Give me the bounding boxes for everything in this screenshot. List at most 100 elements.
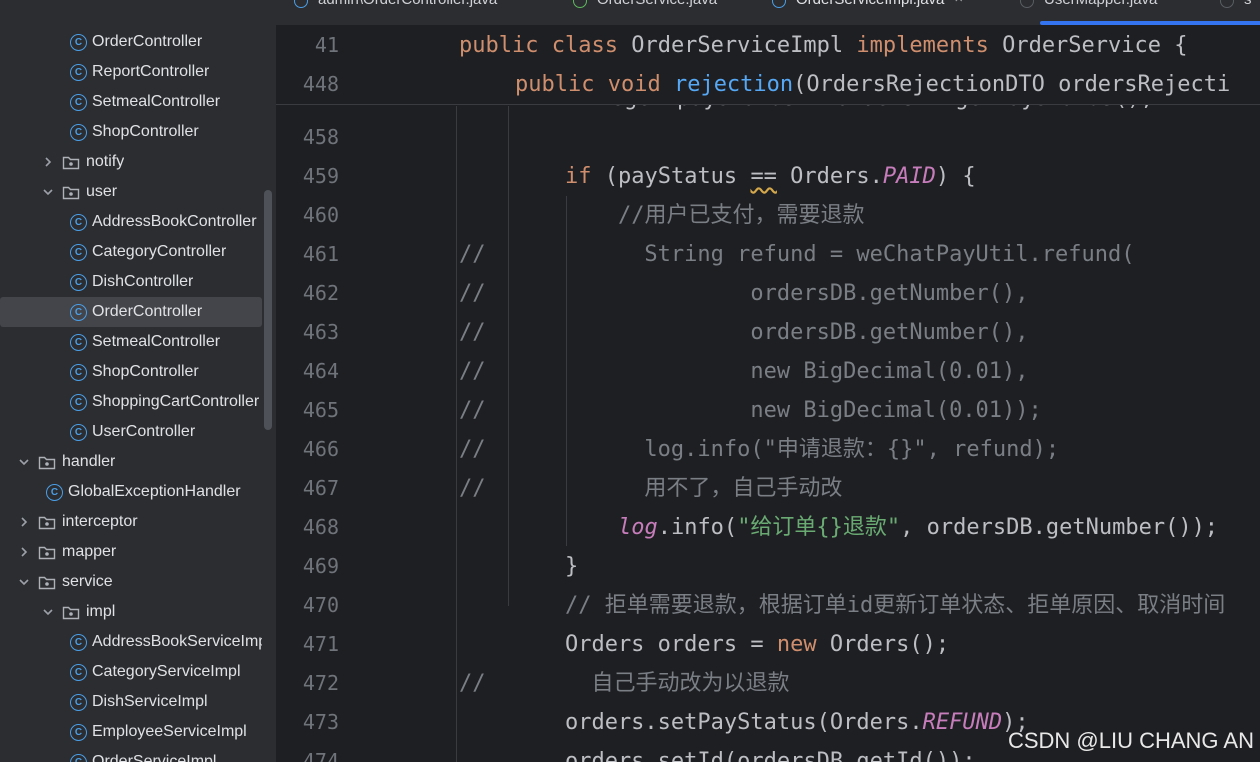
- line-number: 464: [302, 359, 339, 383]
- active-tab-indicator: [1040, 21, 1260, 25]
- line-number: 473: [302, 710, 339, 734]
- chevron-down-icon[interactable]: [40, 184, 56, 200]
- chevron-down-icon[interactable]: [40, 604, 56, 620]
- line-number: 465: [302, 398, 339, 422]
- tree-class-item[interactable]: C ShopController: [0, 357, 262, 387]
- tree-class-item[interactable]: C AddressBookServiceImpl: [0, 627, 262, 657]
- java-class-icon: C: [70, 213, 87, 231]
- code-line[interactable]: Orders orders = new Orders();: [459, 625, 949, 664]
- code-line[interactable]: log.info("申请退款：{}", refund);: [459, 430, 1059, 469]
- java-class-icon: C: [70, 723, 87, 741]
- tree-item-label: service: [62, 573, 113, 590]
- line-number: 470: [302, 593, 339, 617]
- editor-tab[interactable]: OrderService.java: [573, 0, 717, 25]
- java-class-icon: C: [70, 423, 87, 441]
- code-line[interactable]: }: [459, 547, 578, 586]
- tree-item-label: AddressBookController: [92, 213, 257, 230]
- chevron-right-icon[interactable]: [40, 154, 56, 170]
- tree-class-item[interactable]: C AddressBookController: [0, 207, 262, 237]
- tab-label: s: [1244, 0, 1252, 8]
- tree-item-label: CategoryController: [92, 243, 227, 260]
- code-line[interactable]: 用不了，自己手动改: [459, 469, 842, 508]
- tree-class-item[interactable]: C GlobalExceptionHandler: [0, 477, 262, 507]
- tree-item-label: ReportController: [92, 63, 210, 80]
- package-folder-icon: [38, 455, 56, 470]
- tree-folder[interactable]: user: [0, 177, 262, 207]
- tree-class-item[interactable]: C CategoryServiceImpl: [0, 657, 262, 687]
- tree-class-item[interactable]: C EmployeeServiceImpl: [0, 717, 262, 747]
- line-number: 466: [302, 437, 339, 461]
- code-line[interactable]: orders.setId(ordersDB.getId());: [459, 742, 976, 762]
- tree-folder[interactable]: service: [0, 567, 262, 597]
- tree-class-item[interactable]: C ShoppingCartController: [0, 387, 262, 417]
- tree-class-item[interactable]: C SetmealController: [0, 87, 262, 117]
- tree-class-item[interactable]: C DishController: [0, 267, 262, 297]
- tree-item-label: UserController: [92, 423, 196, 440]
- close-icon[interactable]: ×: [954, 0, 963, 7]
- tab-label: OrderServiceImpl.java: [796, 0, 944, 8]
- java-class-icon: C: [70, 93, 87, 111]
- code-line[interactable]: 自己手动改为以退款: [459, 664, 789, 703]
- tree-class-item[interactable]: C ShopController: [0, 117, 262, 147]
- tree-item-label: ShopController: [92, 363, 199, 380]
- tree-item-label: CategoryServiceImpl: [92, 663, 241, 680]
- tree-scrollbar[interactable]: [264, 190, 272, 430]
- tree-class-item[interactable]: C ReportController: [0, 57, 262, 87]
- tree-class-item[interactable]: C UserController: [0, 417, 262, 447]
- code-editor[interactable]: Integer payStatus = ordersDB.getPayStatu…: [276, 26, 1260, 762]
- line-number: 468: [302, 515, 339, 539]
- tab-label: admin\OrderController.java: [318, 0, 497, 8]
- code-line[interactable]: if (payStatus == Orders.PAID) {: [459, 157, 976, 196]
- editor-tab[interactable]: admin\OrderController.java: [294, 0, 497, 25]
- java-class-icon: C: [70, 633, 87, 651]
- code-line[interactable]: ordersDB.getNumber(),: [459, 274, 1028, 313]
- tree-item-label: GlobalExceptionHandler: [68, 483, 241, 500]
- chevron-right-icon[interactable]: [16, 514, 32, 530]
- tree-item-label: AddressBookServiceImpl: [92, 633, 262, 650]
- chevron-right-icon[interactable]: [16, 544, 32, 560]
- line-number: 471: [302, 632, 339, 656]
- file-type-icon: [1220, 0, 1234, 8]
- tree-item-label: ShoppingCartController: [92, 393, 260, 410]
- chevron-down-icon[interactable]: [16, 454, 32, 470]
- java-class-icon: C: [70, 663, 87, 681]
- editor-tab[interactable]: OrderServiceImpl.java ×: [772, 0, 963, 25]
- java-class-icon: C: [46, 483, 63, 501]
- sticky-scroll-header[interactable]: 41 public class OrderServiceImpl implemen…: [276, 26, 1260, 105]
- package-folder-icon: [62, 605, 80, 620]
- project-tree[interactable]: C OrderController C ReportController C Setmea…: [0, 0, 276, 762]
- tree-class-item[interactable]: C DishServiceImpl: [0, 687, 262, 717]
- tree-item-label: handler: [62, 453, 116, 470]
- sticky-code-line[interactable]: public class OrderServiceImpl implements…: [459, 26, 1188, 65]
- file-type-icon: [1020, 0, 1034, 8]
- code-line[interactable]: // 拒单需要退款，根据订单id更新订单状态、拒单原因、取消时间: [459, 586, 1225, 625]
- chevron-down-icon[interactable]: [16, 574, 32, 590]
- tree-item-label: OrderServiceImpl: [92, 753, 217, 762]
- tree-folder[interactable]: handler: [0, 447, 262, 477]
- tree-class-item[interactable]: C OrderServiceImpl: [0, 747, 262, 762]
- java-class-icon: C: [70, 33, 87, 51]
- java-class-icon: C: [70, 243, 87, 261]
- tree-item-label: user: [86, 183, 118, 200]
- tree-class-item[interactable]: C OrderController: [0, 27, 262, 57]
- code-line[interactable]: log.info("给订单{}退款", ordersDB.getNumber()…: [459, 508, 1218, 547]
- tree-class-item[interactable]: C OrderController: [0, 297, 262, 327]
- tree-folder[interactable]: mapper: [0, 537, 262, 567]
- package-folder-icon: [38, 575, 56, 590]
- line-number: 461: [302, 242, 339, 266]
- code-line[interactable]: new BigDecimal(0.01),: [459, 352, 1028, 391]
- code-line[interactable]: orders.setPayStatus(Orders.REFUND);: [459, 703, 1029, 742]
- code-line[interactable]: new BigDecimal(0.01));: [459, 391, 1041, 430]
- tree-folder[interactable]: notify: [0, 147, 262, 177]
- code-line[interactable]: ordersDB.getNumber(),: [459, 313, 1028, 352]
- tree-folder[interactable]: interceptor: [0, 507, 262, 537]
- java-class-icon: C: [70, 123, 87, 141]
- code-line[interactable]: String refund = weChatPayUtil.refund(: [459, 235, 1134, 274]
- tree-item-label: SetmealController: [92, 93, 221, 110]
- tree-folder[interactable]: impl: [0, 597, 262, 627]
- tree-class-item[interactable]: C CategoryController: [0, 237, 262, 267]
- sticky-code-line[interactable]: public void rejection(OrdersRejectionDTO…: [515, 65, 1230, 104]
- tree-item-label: SetmealController: [92, 333, 221, 350]
- tree-class-item[interactable]: C SetmealController: [0, 327, 262, 357]
- code-line[interactable]: //用户已支付，需要退款: [459, 196, 865, 235]
